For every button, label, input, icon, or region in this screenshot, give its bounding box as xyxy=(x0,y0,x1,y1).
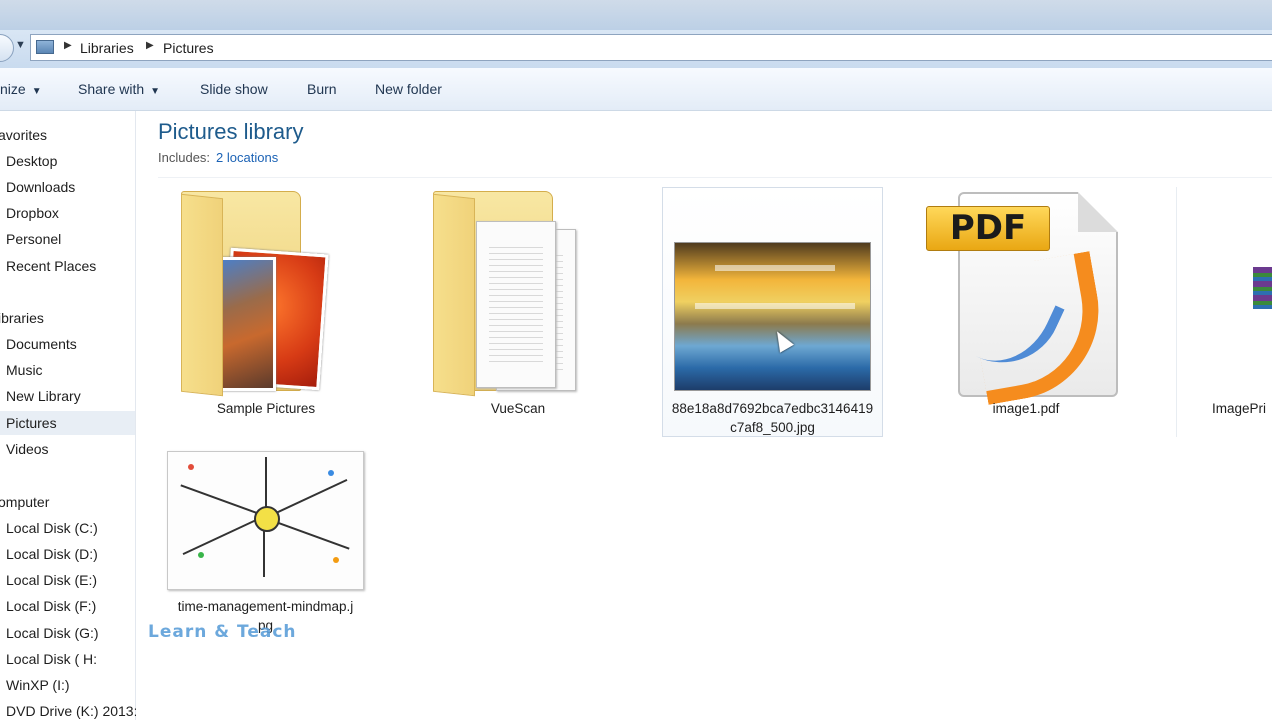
nav-item-recent-places[interactable]: Recent Places xyxy=(6,258,96,274)
item-label-line: c7af8_500.jpg xyxy=(730,420,815,435)
locations-link[interactable]: 2 locations xyxy=(216,150,278,165)
library-includes: Includes: 2 locations xyxy=(158,150,278,165)
nav-item-desktop[interactable]: Desktop xyxy=(6,153,57,169)
mindmap-node xyxy=(198,552,204,558)
address-row: ▼ ▶ Libraries ▶ Pictures xyxy=(0,30,1272,68)
folder-front-panel xyxy=(433,193,475,397)
chevron-down-icon: ▼ xyxy=(31,86,42,97)
organize-label: nize xyxy=(0,81,26,97)
file-list-pane: Pictures library Includes: 2 locations Sa… xyxy=(136,111,1272,720)
command-toolbar: nize ▼ Share with ▼ Slide show Burn New fo… xyxy=(0,68,1272,111)
mindmap-branch xyxy=(182,515,265,556)
nav-computer-header[interactable]: omputer xyxy=(0,494,49,510)
forward-button[interactable] xyxy=(0,34,14,62)
page-fold xyxy=(1078,192,1118,232)
item-label-line: time-management-mindmap.j xyxy=(177,599,354,614)
thumbnail-text-overlay xyxy=(695,303,855,309)
slide-show-button[interactable]: Slide show xyxy=(200,81,268,97)
new-folder-button[interactable]: New folder xyxy=(375,81,442,97)
nav-item-dropbox[interactable]: Dropbox xyxy=(6,205,59,221)
pdf-badge-icon: PDF xyxy=(926,206,1050,251)
nav-libraries-header[interactable]: ibraries xyxy=(0,310,44,326)
mindmap-node xyxy=(333,557,339,563)
breadcrumb-pictures[interactable]: Pictures xyxy=(163,40,214,56)
nav-item-disk-e[interactable]: Local Disk (E:) xyxy=(6,572,97,588)
item-label-line: 88e18a8d7692bca7edbc3146419 xyxy=(671,401,874,416)
nav-item-dvd-drive[interactable]: DVD Drive (K:) 2013: xyxy=(6,703,137,719)
photo-thumbnail xyxy=(218,257,276,391)
library-title: Pictures library xyxy=(158,119,304,144)
nav-item-music[interactable]: Music xyxy=(6,362,43,378)
share-with-button[interactable]: Share with ▼ xyxy=(78,81,160,97)
item-label: image1.pdf xyxy=(992,401,1060,416)
nav-item-disk-f[interactable]: Local Disk (F:) xyxy=(6,598,96,614)
image-thumbnail xyxy=(167,451,364,590)
mindmap-branch xyxy=(180,484,266,517)
navigation-pane: avorites Desktop Downloads Dropbox Perso… xyxy=(0,111,137,720)
item-label: VueScan xyxy=(490,401,546,416)
organize-button[interactable]: nize ▼ xyxy=(0,81,42,97)
header-divider xyxy=(158,177,1272,178)
chevron-down-icon: ▼ xyxy=(150,86,161,97)
nav-item-pictures[interactable]: Pictures xyxy=(6,415,57,431)
item-label: ImagePri xyxy=(1212,401,1267,416)
burn-button[interactable]: Burn xyxy=(307,81,337,97)
chevron-right-icon[interactable]: ▶ xyxy=(64,40,72,51)
item-label: Sample Pictures xyxy=(216,401,316,416)
breadcrumb-libraries[interactable]: Libraries xyxy=(80,40,134,56)
nav-item-downloads[interactable]: Downloads xyxy=(6,179,75,195)
image-thumbnail xyxy=(674,242,871,391)
nav-favorites-header[interactable]: avorites xyxy=(0,127,47,143)
address-bar[interactable]: ▶ Libraries ▶ Pictures xyxy=(30,34,1272,61)
thumbnail-text-overlay xyxy=(715,265,835,271)
item-label: 88e18a8d7692bca7edbc3146419 c7af8_500.jp… xyxy=(662,399,883,437)
mindmap-node xyxy=(188,464,194,470)
recent-pages-chevron-icon[interactable]: ▼ xyxy=(15,39,26,51)
mindmap-center-node xyxy=(254,506,280,532)
nav-item-videos[interactable]: Videos xyxy=(6,441,49,457)
share-with-label: Share with xyxy=(78,81,145,97)
nav-item-new-library[interactable]: New Library xyxy=(6,388,81,404)
includes-label: Includes: xyxy=(158,150,211,165)
document-sheet xyxy=(476,221,556,388)
watermark-text: Learn & Teach xyxy=(148,622,297,642)
nav-item-disk-g[interactable]: Local Disk (G:) xyxy=(6,625,99,641)
nav-item-disk-c[interactable]: Local Disk (C:) xyxy=(6,520,98,536)
chevron-right-icon[interactable]: ▶ xyxy=(146,40,154,51)
nav-item-disk-d[interactable]: Local Disk (D:) xyxy=(6,546,98,562)
nav-item-disk-h[interactable]: Local Disk ( H: xyxy=(6,651,97,667)
archive-icon xyxy=(1253,267,1272,309)
window-title-bar xyxy=(0,0,1272,30)
nav-item-documents[interactable]: Documents xyxy=(6,336,77,352)
libraries-icon xyxy=(36,40,54,54)
nav-item-personel[interactable]: Personel xyxy=(6,231,61,247)
nav-item-winxp[interactable]: WinXP (I:) xyxy=(6,677,70,693)
mindmap-node xyxy=(328,470,334,476)
folder-front-panel xyxy=(181,193,223,397)
